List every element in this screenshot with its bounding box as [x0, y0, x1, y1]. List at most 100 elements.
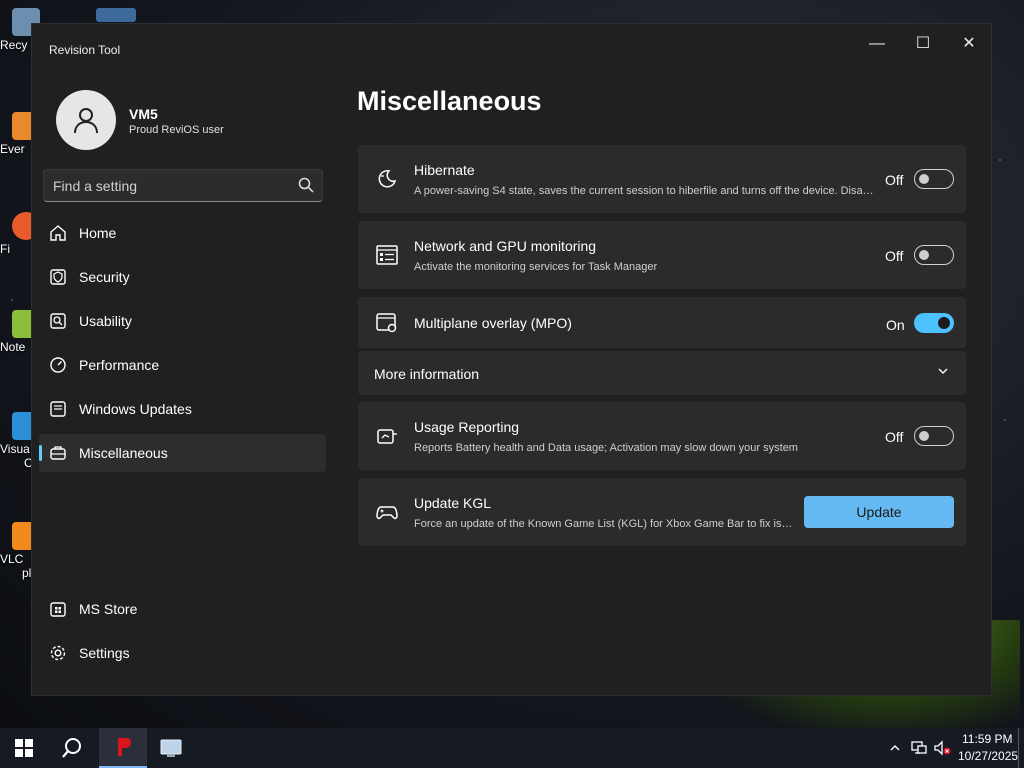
monitoring-icon [376, 245, 398, 265]
taskbar-revision-tool[interactable] [99, 728, 147, 768]
store-icon [50, 602, 66, 617]
desktop-icon-label: Visua [0, 442, 30, 456]
close-button[interactable]: ✕ [946, 28, 992, 60]
usability-icon [50, 313, 66, 329]
tray-network-button[interactable] [908, 728, 930, 768]
revision-tool-window: Revision Tool — ☐ ✕ VM5 Proud ReviOS use… [31, 23, 992, 696]
sidebar-item-windows-updates[interactable]: Windows Updates [39, 390, 326, 428]
search-icon [62, 738, 81, 758]
chevron-up-icon [890, 745, 900, 751]
sidebar-item-label: Security [79, 269, 130, 285]
gear-icon [50, 645, 66, 661]
card-title: Usage Reporting [414, 419, 520, 435]
sidebar-item-performance[interactable]: Performance [39, 346, 326, 384]
sidebar-item-label: Settings [79, 645, 130, 661]
toggle-knob [938, 317, 950, 329]
revision-tool-icon [118, 738, 131, 756]
update-icon [50, 401, 66, 417]
desktop-icon-label: Ever [0, 142, 25, 156]
sidebar-item-label: Windows Updates [79, 401, 192, 417]
volume-muted-icon [934, 740, 951, 756]
sidebar-item-label: Home [79, 225, 117, 241]
control-panel-icon [160, 739, 182, 757]
desktop-icon-label: C [24, 456, 33, 470]
card-description: Force an update of the Known Game List (… [414, 518, 794, 530]
card-title: Update KGL [414, 495, 492, 511]
gauge-icon [50, 357, 66, 373]
toggle-state-label: On [886, 317, 905, 333]
sidebar-item-security[interactable]: Security [39, 258, 326, 296]
card-description: Reports Battery health and Data usage; A… [414, 442, 798, 454]
setting-card-hibernate: Hibernate A power-saving S4 state, saves… [358, 145, 966, 213]
active-indicator [39, 445, 42, 461]
toggle-knob [919, 174, 929, 184]
start-button[interactable] [0, 728, 48, 768]
user-icon [74, 108, 98, 134]
desktop-icon-label: VLC [0, 552, 24, 566]
desktop-icon-label: Recy [0, 38, 28, 52]
overlay-icon [376, 313, 397, 333]
profile-subtitle: Proud ReviOS user [129, 124, 224, 136]
search-icon[interactable] [298, 177, 314, 193]
usage-report-icon [377, 429, 397, 444]
sidebar-item-ms-store[interactable]: MS Store [39, 590, 326, 628]
profile-name: VM5 [129, 106, 158, 122]
mpo-toggle[interactable] [914, 313, 954, 333]
toggle-knob [919, 250, 929, 260]
desktop-icon-control-panel[interactable] [96, 8, 136, 22]
sidebar-item-label: MS Store [79, 601, 138, 617]
app-title: Revision Tool [49, 43, 121, 57]
card-description: A power-saving S4 state, saves the curre… [414, 185, 876, 197]
title-bar: Revision Tool — ☐ ✕ [32, 24, 991, 64]
avatar [56, 90, 116, 150]
taskbar-clock-date[interactable]: 10/27/2025 [958, 749, 1018, 763]
update-kgl-button[interactable]: Update [804, 496, 954, 528]
toolbox-icon [50, 446, 66, 460]
more-information-label: More information [374, 366, 480, 382]
desktop-icon-label: pl [22, 566, 32, 580]
taskbar-clock-time[interactable]: 11:59 PM [962, 732, 1012, 746]
search-box [43, 169, 323, 202]
hibernate-icon [378, 170, 397, 188]
taskbar-control-panel[interactable] [149, 728, 193, 768]
setting-card-network-gpu: Network and GPU monitoring Activate the … [358, 221, 966, 289]
gamepad-icon [376, 506, 398, 520]
card-title: Multiplane overlay (MPO) [414, 315, 572, 331]
sidebar-item-label: Usability [79, 313, 132, 329]
setting-card-update-kgl: Update KGL Force an update of the Known … [358, 478, 966, 546]
card-description: Activate the monitoring services for Tas… [414, 261, 658, 273]
toggle-state-label: Off [885, 172, 904, 188]
toggle-state-label: Off [885, 248, 904, 264]
usage-reporting-toggle[interactable] [914, 426, 954, 446]
card-title: Hibernate [414, 162, 475, 178]
page-title: Miscellaneous [357, 86, 542, 116]
tray-overflow-button[interactable] [884, 728, 906, 768]
more-information-expander[interactable]: More information [358, 351, 966, 395]
sidebar-item-miscellaneous[interactable]: Miscellaneous [39, 434, 326, 472]
taskbar: 11:59 PM 10/27/2025 [0, 728, 1024, 768]
setting-card-usage-reporting: Usage Reporting Reports Battery health a… [358, 402, 966, 470]
card-title: Network and GPU monitoring [414, 238, 597, 254]
toggle-knob [919, 431, 929, 441]
search-input[interactable] [44, 170, 284, 201]
sidebar-item-label: Miscellaneous [79, 445, 168, 461]
sidebar-item-usability[interactable]: Usability [39, 302, 326, 340]
sidebar-item-settings[interactable]: Settings [39, 634, 326, 672]
shield-icon [50, 269, 66, 285]
sidebar-item-label: Performance [79, 357, 160, 373]
network-gpu-toggle[interactable] [914, 245, 954, 265]
tray-volume-button[interactable] [931, 728, 953, 768]
taskbar-search-button[interactable] [48, 728, 96, 768]
windows-logo-icon [15, 739, 33, 757]
home-icon [50, 225, 66, 241]
desktop-icon-label: Note [0, 340, 26, 354]
chevron-down-icon [938, 368, 948, 374]
hibernate-toggle[interactable] [914, 169, 954, 189]
setting-card-mpo: Multiplane overlay (MPO) On [358, 297, 966, 348]
desktop-icon-label: Fi [0, 242, 10, 256]
show-desktop-button[interactable] [1018, 728, 1019, 768]
sidebar-item-home[interactable]: Home [39, 214, 326, 252]
minimize-button[interactable]: — [854, 28, 900, 60]
network-icon [911, 741, 927, 754]
maximize-button[interactable]: ☐ [900, 28, 946, 60]
